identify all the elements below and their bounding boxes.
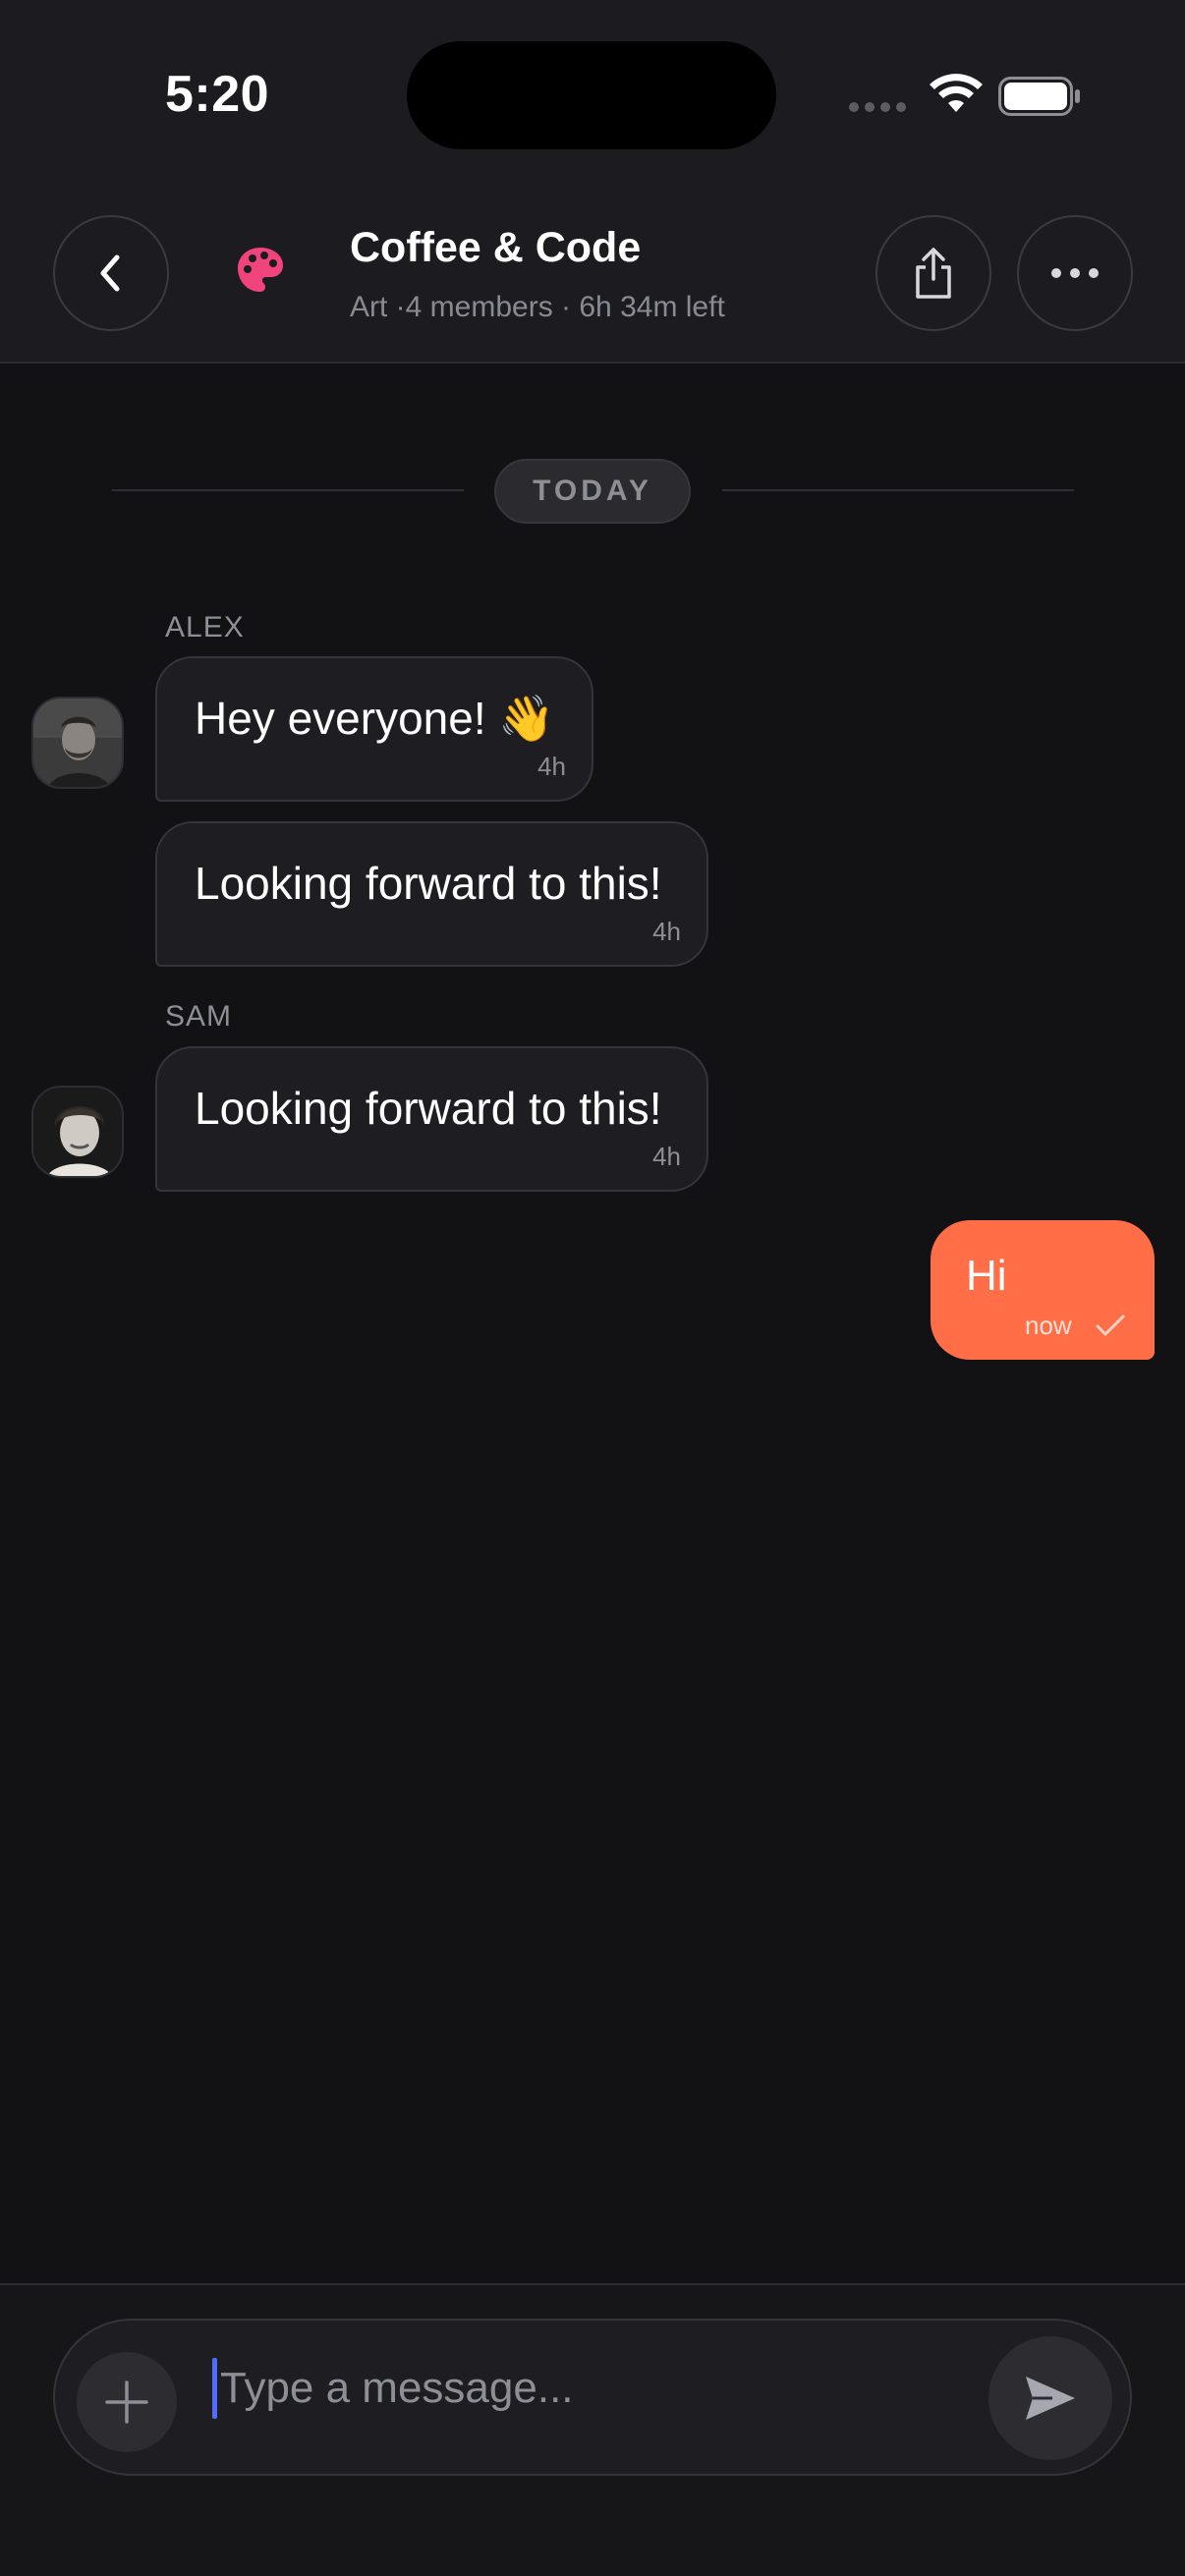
sender-name: SAM [165,1000,233,1033]
share-button[interactable] [875,215,991,331]
battery-icon [998,77,1080,116]
sent-check-icon [1096,1315,1125,1336]
message-timestamp: 4h [652,917,681,946]
chevron-left-icon [100,254,120,292]
add-attachment-button[interactable] [77,2352,177,2452]
my-message-bubble[interactable]: Hi now [931,1220,1155,1360]
text-caret [212,2358,217,2419]
palette-icon [238,248,283,292]
message-timestamp: now [1025,1311,1072,1340]
message-timestamp: 4h [652,1142,681,1171]
plus-icon [105,2380,148,2424]
message-bubble[interactable]: Hey everyone! 👋 4h [155,656,593,802]
sender-name: ALEX [165,611,245,644]
message-composer [53,2319,1132,2476]
avatar[interactable] [31,697,124,789]
date-divider-line-left [112,489,464,491]
cellular-signal-icon [849,102,906,112]
message-timestamp: 4h [537,752,566,781]
message-input[interactable] [220,2352,987,2425]
avatar[interactable] [31,1086,124,1178]
wifi-icon [930,74,983,112]
share-icon [916,248,951,299]
message-text: Hey everyone! 👋 [195,693,555,744]
message-text: Hi [966,1252,1007,1300]
avatar-photo [33,1088,122,1176]
header-bar: 5:20 Coffee & Code Art ·4 members · 6h 3… [0,0,1185,364]
date-divider-line-right [722,489,1074,491]
message-text: Looking forward to this! [195,858,662,909]
chat-subtitle: Art ·4 members · 6h 34m left [350,291,725,323]
send-icon [1026,2377,1075,2420]
date-divider-label: TODAY [494,459,691,524]
avatar-photo [33,699,122,787]
message-bubble[interactable]: Looking forward to this! 4h [155,1046,708,1192]
dynamic-island [407,41,776,149]
back-button[interactable] [53,215,169,331]
chat-title: Coffee & Code [350,224,642,271]
send-button[interactable] [988,2336,1112,2460]
status-time: 5:20 [165,66,270,123]
ellipsis-icon [1051,268,1099,278]
message-text: Looking forward to this! [195,1083,662,1134]
message-bubble[interactable]: Looking forward to this! 4h [155,821,708,967]
more-options-button[interactable] [1017,215,1133,331]
chat-screen: 5:20 Coffee & Code Art ·4 members · 6h 3… [0,0,1185,2576]
